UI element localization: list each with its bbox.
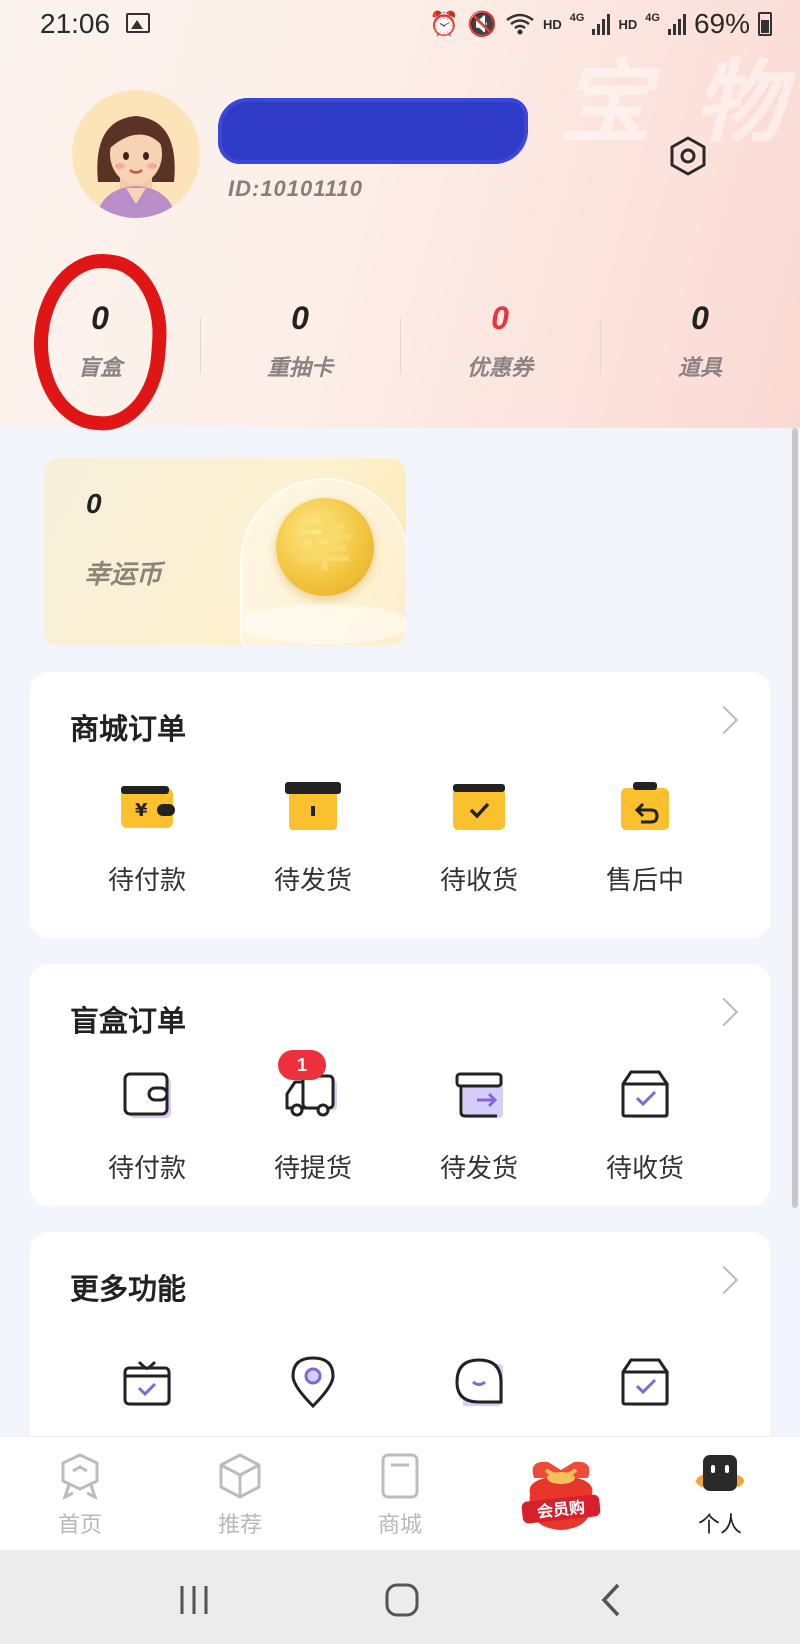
blindbox-order-pending-payment[interactable]: 待付款 bbox=[64, 1064, 230, 1185]
location-icon bbox=[291, 1356, 335, 1409]
order-status-label: 售后中 bbox=[605, 866, 684, 896]
scrollbar[interactable] bbox=[792, 428, 798, 1208]
box-return-icon bbox=[621, 782, 669, 830]
tab-home[interactable]: 首页 bbox=[0, 1437, 160, 1550]
tab-label: 商城 bbox=[377, 1513, 422, 1538]
mall-order-after-sales[interactable]: 售后中 bbox=[562, 776, 728, 897]
mall-orders-card: 商城订单 ¥ 待付款 待发货 待收货 售后中 bbox=[30, 672, 770, 938]
home-button-icon[interactable] bbox=[382, 1580, 422, 1620]
feature-address[interactable] bbox=[230, 1352, 396, 1416]
blindbox-order-pending-pickup[interactable]: 1 待提货 bbox=[230, 1050, 396, 1185]
mall-order-pending-shipment[interactable]: 待发货 bbox=[230, 776, 396, 897]
network-4g-label: 4G bbox=[569, 12, 585, 24]
card-title: 盲盒订单 bbox=[70, 1004, 187, 1038]
stat-props[interactable]: 0 道具 bbox=[600, 300, 800, 400]
box-check-icon bbox=[621, 1070, 669, 1118]
wallet-icon bbox=[123, 1072, 171, 1118]
network-hd-label-2: HD bbox=[618, 16, 638, 32]
battery-icon bbox=[758, 12, 772, 36]
cube-icon bbox=[219, 1453, 261, 1499]
stat-label: 道具 bbox=[677, 356, 722, 381]
stat-label: 重抽卡 bbox=[266, 356, 333, 381]
tab-label: 个人 bbox=[697, 1513, 742, 1538]
mute-icon: 🔇 bbox=[467, 10, 498, 38]
store-icon bbox=[381, 1453, 419, 1499]
network-hd-label: HD bbox=[543, 16, 562, 32]
coin-character: 幸 bbox=[298, 515, 352, 578]
gift-check-icon bbox=[123, 1360, 171, 1406]
order-status-label: 待收货 bbox=[439, 866, 518, 896]
order-status-label: 待收货 bbox=[605, 1154, 684, 1184]
mall-order-pending-receipt[interactable]: 待收货 bbox=[396, 776, 562, 897]
avatar-illustration bbox=[96, 116, 176, 218]
wallet-yen-icon: ¥ bbox=[121, 786, 175, 828]
chevron-right-icon[interactable] bbox=[709, 997, 739, 1027]
status-bar: 21:06 ⏰ 🔇 HD 4G HD 4G 69% bbox=[0, 0, 800, 50]
vip-bag-icon[interactable]: 会员购 bbox=[518, 1448, 604, 1538]
card-title: 商城订单 bbox=[70, 712, 187, 746]
mall-orders-grid: ¥ 待付款 待发货 待收货 售后中 bbox=[30, 776, 770, 897]
status-time: 21:06 bbox=[40, 8, 111, 39]
box-icon bbox=[285, 782, 341, 830]
more-features-grid bbox=[30, 1352, 770, 1416]
recent-apps-icon[interactable] bbox=[174, 1580, 214, 1620]
tab-label: 首页 bbox=[57, 1513, 102, 1538]
lucky-coin-icon: 幸 bbox=[276, 498, 374, 596]
chevron-right-icon[interactable] bbox=[709, 1265, 739, 1295]
username-redacted bbox=[218, 98, 528, 164]
chevron-right-icon[interactable] bbox=[709, 705, 739, 735]
blindbox-orders-card: 盲盒订单 待付款 1 待提货 待发货 待收货 bbox=[30, 964, 770, 1206]
status-icons: ⏰ 🔇 HD 4G HD 4G 69% bbox=[429, 8, 772, 40]
stat-value: 0 bbox=[291, 300, 309, 336]
order-status-label: 待发货 bbox=[273, 866, 352, 896]
user-id: ID:10101110 bbox=[228, 176, 363, 201]
box-check-icon bbox=[453, 784, 505, 830]
blindbox-order-pending-shipment[interactable]: 待发货 bbox=[396, 1064, 562, 1185]
stat-value: 0 bbox=[491, 300, 509, 336]
tab-label: 推荐 bbox=[217, 1513, 262, 1538]
order-status-label: 待付款 bbox=[107, 1154, 186, 1184]
order-status-label: 待提货 bbox=[273, 1154, 352, 1184]
tab-mall[interactable]: 商城 bbox=[320, 1437, 480, 1550]
signal-icon-2 bbox=[667, 13, 686, 35]
feature-gift[interactable] bbox=[64, 1352, 230, 1416]
tab-recommend[interactable]: 推荐 bbox=[160, 1437, 320, 1550]
tab-profile[interactable]: 个人 bbox=[640, 1437, 800, 1550]
lucky-coin-value: 0 bbox=[86, 488, 102, 519]
lucky-coin-card[interactable]: 0 幸运币 幸 bbox=[44, 458, 406, 646]
home-badge-icon bbox=[61, 1453, 99, 1500]
profile-face-icon bbox=[696, 1455, 744, 1491]
pedestal-decoration bbox=[240, 604, 406, 644]
battery-percent: 69% bbox=[693, 8, 750, 39]
wifi-icon bbox=[506, 13, 534, 35]
card-title: 更多功能 bbox=[70, 1272, 187, 1306]
lucky-coin-label: 幸运币 bbox=[84, 560, 163, 590]
bottom-tab-bar: 首页 推荐 商城 个人 bbox=[0, 1436, 800, 1550]
chat-icon bbox=[455, 1358, 503, 1406]
pickup-count-badge: 1 bbox=[278, 1050, 326, 1080]
blindbox-orders-grid: 待付款 1 待提货 待发货 待收货 bbox=[30, 1050, 770, 1185]
network-4g-label-2: 4G bbox=[645, 12, 660, 24]
stat-redraw-card[interactable]: 0 重抽卡 bbox=[200, 300, 400, 400]
box-check-icon bbox=[621, 1358, 669, 1406]
stat-coupon[interactable]: 0 优惠券 bbox=[400, 300, 600, 400]
feature-box[interactable] bbox=[562, 1352, 728, 1416]
gallery-icon bbox=[126, 13, 150, 33]
alarm-icon: ⏰ bbox=[429, 10, 460, 38]
stat-label: 优惠券 bbox=[466, 356, 533, 381]
settings-hex-icon[interactable] bbox=[666, 134, 710, 178]
box-arrow-icon bbox=[455, 1072, 503, 1118]
back-icon[interactable] bbox=[592, 1580, 632, 1620]
order-status-label: 待付款 bbox=[107, 866, 186, 896]
blindbox-order-pending-receipt[interactable]: 待收货 bbox=[562, 1064, 728, 1185]
feature-service[interactable] bbox=[396, 1352, 562, 1416]
avatar[interactable] bbox=[72, 90, 200, 218]
signal-icon bbox=[592, 13, 611, 35]
mall-order-pending-payment[interactable]: ¥ 待付款 bbox=[64, 776, 230, 897]
order-status-label: 待发货 bbox=[439, 1154, 518, 1184]
stat-value: 0 bbox=[691, 300, 709, 336]
svg-text:¥: ¥ bbox=[135, 800, 148, 821]
screen: 宝 物 21:06 ⏰ 🔇 HD 4G HD 4G 69% ID:1010111… bbox=[0, 0, 800, 1644]
system-navigation-bar bbox=[0, 1550, 800, 1644]
